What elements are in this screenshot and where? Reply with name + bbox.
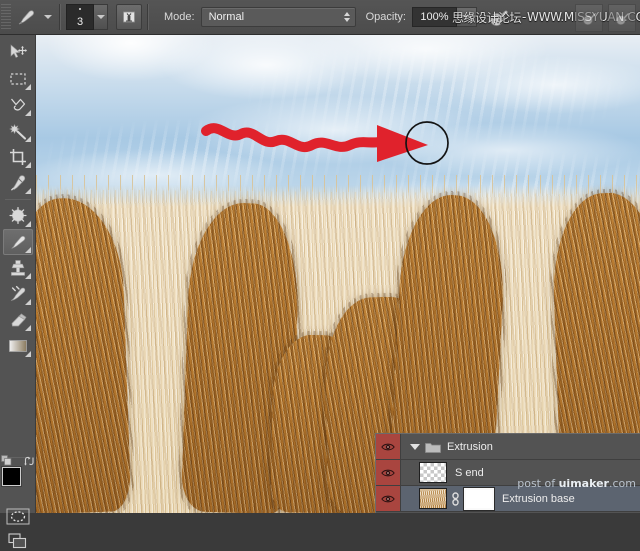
lasso-tool[interactable] — [3, 92, 33, 118]
table-row[interactable]: Extrusion base post of uimaker.com — [376, 477, 640, 512]
site-watermark-bottom: post of uimaker.com — [517, 477, 636, 490]
options-divider-2 — [147, 4, 149, 30]
photoshop-window: 3 Mode: Normal Opacity: 100% 思缘设计论坛 - Ex… — [0, 0, 640, 548]
layer-visibility-toggle[interactable] — [376, 460, 401, 485]
foreground-color-swatch[interactable] — [1, 467, 21, 486]
tablet-pressure-icon — [123, 11, 135, 23]
swap-arrows-icon[interactable] — [23, 456, 35, 466]
airbrush-icon — [490, 9, 509, 26]
airbrush-toggle-button[interactable] — [486, 4, 512, 30]
eraser-tool[interactable] — [3, 307, 33, 333]
chevron-down-icon — [43, 15, 52, 19]
brush-preset-picker-button[interactable] — [41, 5, 54, 29]
layer-visibility-toggle[interactable] — [376, 486, 401, 511]
brush-size-spinner[interactable] — [94, 4, 108, 30]
eye-icon — [381, 469, 395, 476]
clone-stamp-tool[interactable] — [3, 255, 33, 281]
brush-size-value: 3 — [76, 16, 84, 28]
options-divider-1 — [59, 4, 61, 30]
straw-letterform — [36, 196, 132, 513]
table-row[interactable]: Extrusion — [376, 434, 640, 460]
triangle-down-icon[interactable] — [410, 443, 420, 450]
blend-mode-select[interactable]: Normal — [200, 7, 356, 27]
tool-flyout-indicator — [24, 247, 31, 253]
toolbox-divider-1 — [4, 199, 31, 200]
tool-flyout-indicator — [24, 221, 31, 227]
brush-icon[interactable] — [11, 4, 41, 30]
eyedropper-tool[interactable] — [3, 170, 33, 196]
crop-tool[interactable] — [3, 144, 33, 170]
brush-size-field[interactable]: 3 — [66, 4, 94, 30]
move-icon — [10, 44, 27, 58]
tool-flyout-indicator — [24, 299, 31, 305]
brush-tip-preview-icon — [79, 8, 81, 10]
screen-mode-button[interactable] — [5, 531, 31, 551]
layers-panel: Extrusion S end Extrusion base post of u… — [375, 433, 640, 513]
move-tool[interactable] — [3, 40, 33, 66]
layer-visibility-toggle[interactable] — [376, 434, 401, 459]
history-brush-tool[interactable] — [3, 281, 33, 307]
chevron-down-icon — [462, 15, 471, 19]
blend-mode-value: Normal — [208, 11, 245, 23]
options-extra-button-2[interactable] — [608, 4, 636, 32]
mode-label: Mode: — [164, 11, 195, 23]
tool-flyout-indicator — [24, 110, 31, 116]
quick-mask-button[interactable] — [5, 506, 31, 526]
tool-flyout-indicator — [24, 136, 31, 142]
watermark-brand: uimaker — [558, 477, 609, 490]
color-swatches — [0, 455, 35, 501]
layer-mask-thumbnail[interactable] — [463, 486, 495, 511]
brush-tool[interactable] — [2, 229, 33, 255]
toolbox — [0, 35, 36, 548]
layer-name: Extrusion — [447, 440, 493, 453]
opacity-label: Opacity: — [365, 11, 406, 23]
default-colors-icon[interactable] — [0, 455, 12, 466]
layer-name: S end — [455, 466, 484, 479]
eye-icon — [381, 495, 395, 502]
quick-mask-icon — [6, 508, 29, 524]
layer-row-body[interactable]: Extrusion — [401, 434, 640, 459]
screen-mode-icon — [7, 532, 26, 548]
opacity-input[interactable]: 100% — [411, 7, 457, 27]
layer-name: Extrusion base — [502, 492, 575, 505]
drag-grip-icon[interactable] — [1, 4, 11, 30]
layer-thumbnail[interactable] — [419, 488, 447, 509]
opacity-dropdown-button[interactable] — [456, 7, 477, 27]
tool-flyout-indicator — [24, 273, 31, 279]
rectangular-marquee-tool[interactable] — [3, 66, 33, 92]
eye-icon — [381, 443, 395, 450]
options-bar: 3 Mode: Normal Opacity: 100% 思缘设计论坛 - — [0, 0, 640, 35]
tool-flyout-indicator — [24, 162, 31, 168]
options-extra-button-1[interactable] — [575, 4, 603, 32]
link-icon[interactable] — [450, 491, 461, 506]
watermark-prefix: post of — [517, 477, 559, 490]
spot-healing-brush-tool[interactable] — [3, 203, 33, 229]
layer-row-body[interactable]: Extrusion base post of uimaker.com — [401, 477, 640, 511]
tool-flyout-indicator — [24, 325, 31, 331]
gradient-tool[interactable] — [3, 333, 33, 359]
tool-flyout-indicator — [24, 188, 31, 194]
tool-flyout-indicator — [24, 351, 31, 357]
tool-flyout-indicator — [24, 84, 31, 90]
chevron-down-icon — [96, 15, 105, 19]
tablet-pressure-size-button[interactable] — [116, 4, 142, 30]
magic-wand-tool[interactable] — [3, 118, 33, 144]
up-down-arrows-icon — [339, 12, 355, 22]
watermark-separator: - — [522, 10, 527, 24]
watermark-suffix: .com — [609, 477, 636, 490]
folder-icon — [425, 441, 441, 453]
layer-thumbnail[interactable] — [419, 462, 447, 483]
